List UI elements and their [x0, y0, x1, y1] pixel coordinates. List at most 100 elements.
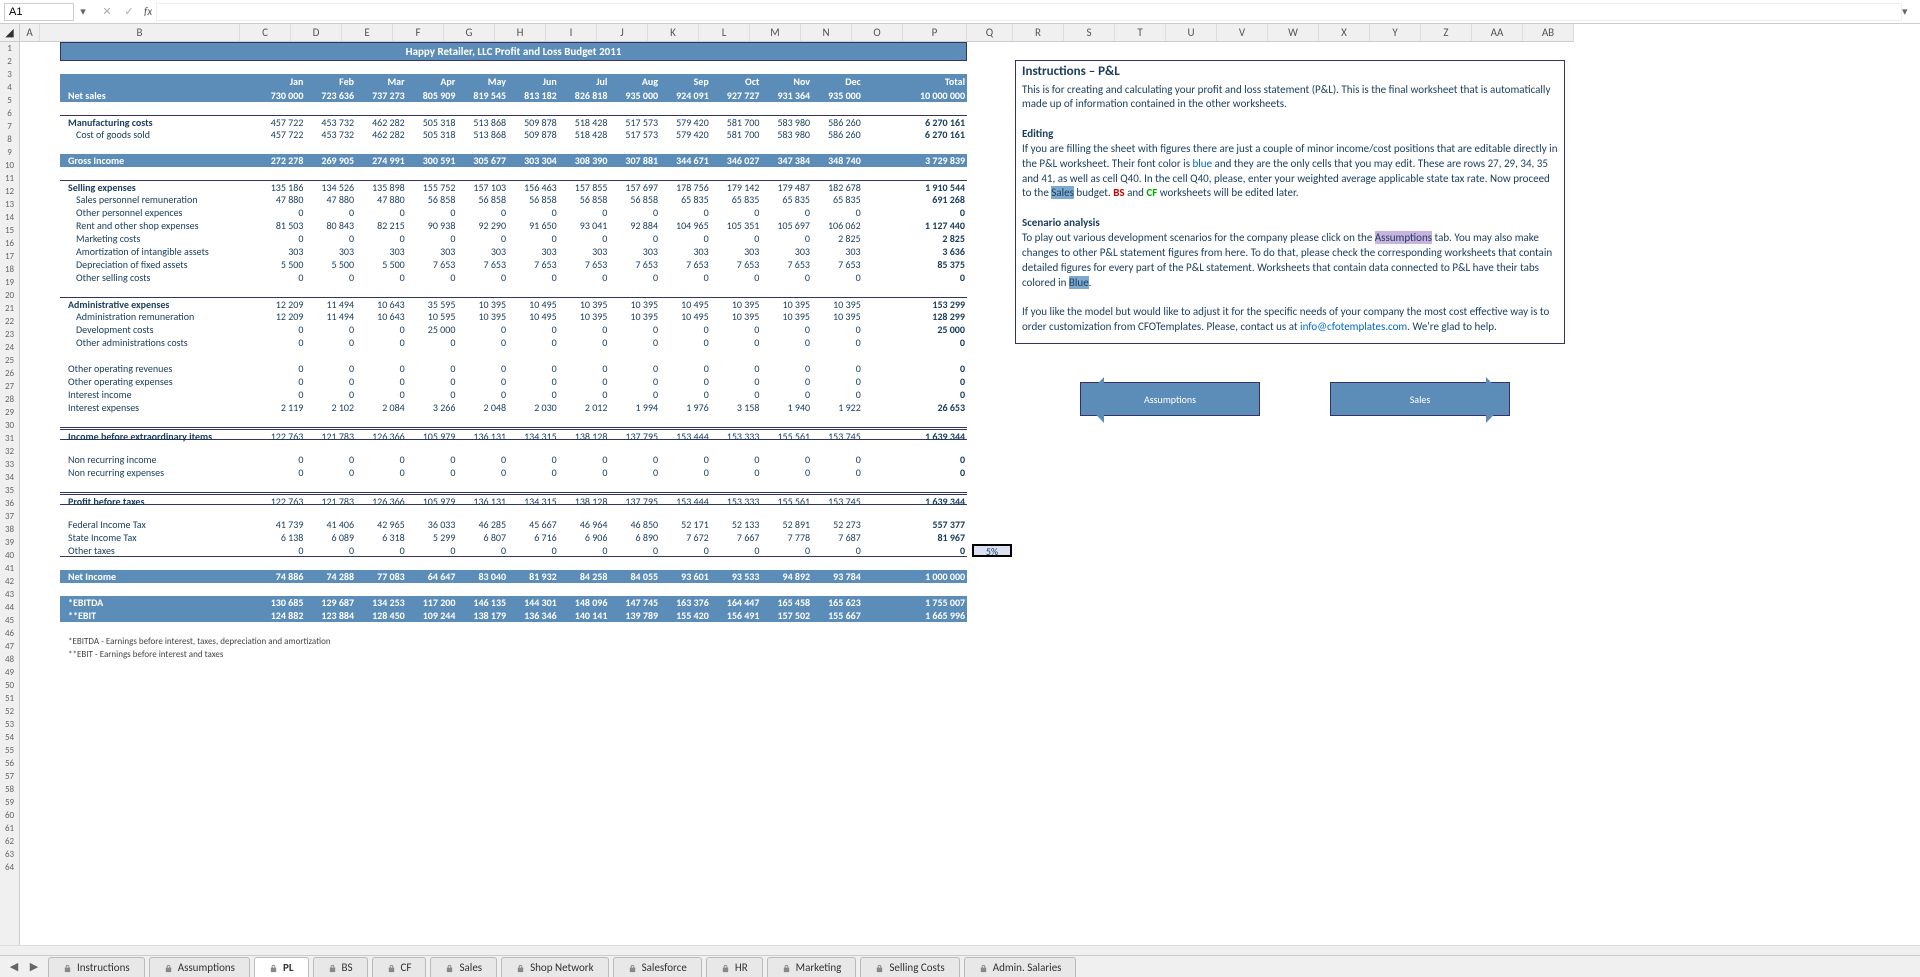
data-cell[interactable]: 56 858 [508, 193, 559, 206]
data-cell[interactable]: 303 [508, 245, 559, 258]
data-cell[interactable]: 10 643 [356, 310, 407, 323]
data-cell[interactable]: 517 573 [609, 128, 660, 141]
data-cell[interactable]: 0 [407, 206, 458, 219]
col-header[interactable]: F [393, 24, 444, 41]
data-cell[interactable]: 11 494 [305, 310, 356, 323]
data-cell[interactable]: 0 [559, 375, 610, 388]
data-cell[interactable]: 0 [508, 544, 559, 556]
data-cell[interactable]: 2 119 [255, 401, 306, 414]
data-cell[interactable]: 10 395 [761, 310, 812, 323]
data-cell[interactable]: 0 [457, 323, 508, 336]
data-cell[interactable]: 10 395 [761, 298, 812, 310]
data-cell[interactable]: 10 395 [609, 298, 660, 310]
data-cell[interactable]: 155 561 [761, 430, 812, 439]
data-cell[interactable]: 303 [559, 245, 610, 258]
data-cell[interactable]: 47 880 [255, 193, 306, 206]
row-header[interactable]: 64 [0, 861, 19, 874]
data-cell[interactable]: 927 727 [711, 89, 762, 102]
data-cell[interactable]: 518 428 [559, 116, 610, 128]
row-header[interactable]: 58 [0, 783, 19, 796]
data-cell[interactable]: 122 763 [255, 495, 306, 504]
data-cell[interactable]: 0 [812, 544, 863, 556]
data-cell[interactable]: 274 991 [356, 154, 407, 167]
data-cell[interactable]: 0 [761, 336, 812, 349]
data-cell[interactable]: 305 677 [457, 154, 508, 167]
data-cell[interactable]: 74 886 [255, 570, 306, 583]
data-cell[interactable]: 5 500 [356, 258, 407, 271]
data-cell[interactable]: 155 561 [761, 495, 812, 504]
data-cell[interactable]: 453 732 [305, 128, 356, 141]
data-cell[interactable]: 10 495 [660, 298, 711, 310]
data-cell[interactable]: 7 653 [660, 258, 711, 271]
row-header[interactable]: 42 [0, 575, 19, 588]
data-cell[interactable]: 0 [559, 453, 610, 466]
row-header[interactable]: 9 [0, 146, 19, 159]
row-header[interactable]: 21 [0, 302, 19, 315]
data-cell[interactable]: 0 [761, 388, 812, 401]
row-header[interactable]: 28 [0, 393, 19, 406]
data-cell[interactable]: 0 [609, 453, 660, 466]
data-cell[interactable]: 0 [457, 453, 508, 466]
data-cell[interactable]: 0 [711, 323, 762, 336]
data-cell[interactable]: 134 315 [508, 495, 559, 504]
data-cell[interactable]: 93 041 [559, 219, 610, 232]
data-cell[interactable]: 56 858 [559, 193, 610, 206]
data-cell[interactable]: 105 979 [407, 495, 458, 504]
sheet-tab[interactable]: HR [706, 957, 763, 977]
row-header[interactable]: 20 [0, 289, 19, 302]
data-cell[interactable]: 129 687 [305, 596, 356, 609]
data-cell[interactable]: 0 [255, 206, 306, 219]
row-header[interactable]: 54 [0, 731, 19, 744]
data-cell[interactable]: 2 012 [559, 401, 610, 414]
sheet-tab[interactable]: Sales [430, 957, 497, 977]
state-tax-rate-input[interactable]: 5% [972, 544, 1012, 557]
sheet-tab[interactable]: Shop Network [501, 957, 609, 977]
data-cell[interactable]: 0 [508, 453, 559, 466]
data-cell[interactable]: 105 351 [711, 219, 762, 232]
data-cell[interactable]: 0 [305, 466, 356, 479]
data-cell[interactable]: 3 266 [407, 401, 458, 414]
data-cell[interactable]: 0 [407, 388, 458, 401]
col-header[interactable]: T [1115, 24, 1166, 41]
data-cell[interactable]: 10 395 [559, 298, 610, 310]
row-header[interactable]: 36 [0, 497, 19, 510]
data-cell[interactable]: 931 364 [761, 89, 812, 102]
data-cell[interactable]: 0 [407, 336, 458, 349]
data-cell[interactable]: 0 [761, 375, 812, 388]
data-cell[interactable]: 10 495 [508, 310, 559, 323]
data-cell[interactable]: 0 [812, 206, 863, 219]
data-cell[interactable]: 0 [457, 466, 508, 479]
data-cell[interactable]: 269 905 [305, 154, 356, 167]
row-header[interactable]: 8 [0, 133, 19, 146]
data-cell[interactable]: 81 503 [255, 219, 306, 232]
col-header[interactable]: M [750, 24, 801, 41]
data-cell[interactable]: 0 [356, 232, 407, 245]
data-cell[interactable]: 134 526 [305, 181, 356, 193]
data-cell[interactable]: 10 495 [660, 310, 711, 323]
row-header[interactable]: 49 [0, 666, 19, 679]
data-cell[interactable]: 819 545 [457, 89, 508, 102]
data-cell[interactable]: 0 [305, 323, 356, 336]
data-cell[interactable]: 0 [559, 388, 610, 401]
data-cell[interactable]: 0 [660, 466, 711, 479]
data-cell[interactable]: 0 [559, 544, 610, 556]
data-cell[interactable]: 157 855 [559, 181, 610, 193]
data-cell[interactable]: 56 858 [407, 193, 458, 206]
data-cell[interactable]: 0 [711, 206, 762, 219]
data-cell[interactable]: 0 [609, 544, 660, 556]
data-cell[interactable]: 64 647 [407, 570, 458, 583]
data-cell[interactable]: 94 892 [761, 570, 812, 583]
data-cell[interactable]: 0 [761, 232, 812, 245]
data-cell[interactable]: 10 643 [356, 298, 407, 310]
data-cell[interactable]: 155 752 [407, 181, 458, 193]
data-cell[interactable]: 6 716 [508, 531, 559, 544]
data-cell[interactable]: 0 [711, 544, 762, 556]
row-header[interactable]: 48 [0, 653, 19, 666]
data-cell[interactable]: 10 395 [457, 298, 508, 310]
data-cell[interactable]: 509 878 [508, 128, 559, 141]
row-header[interactable]: 1 [0, 42, 19, 55]
row-header[interactable]: 53 [0, 718, 19, 731]
data-cell[interactable]: 93 601 [660, 570, 711, 583]
data-cell[interactable]: 935 000 [812, 89, 863, 102]
data-cell[interactable]: 0 [457, 271, 508, 284]
